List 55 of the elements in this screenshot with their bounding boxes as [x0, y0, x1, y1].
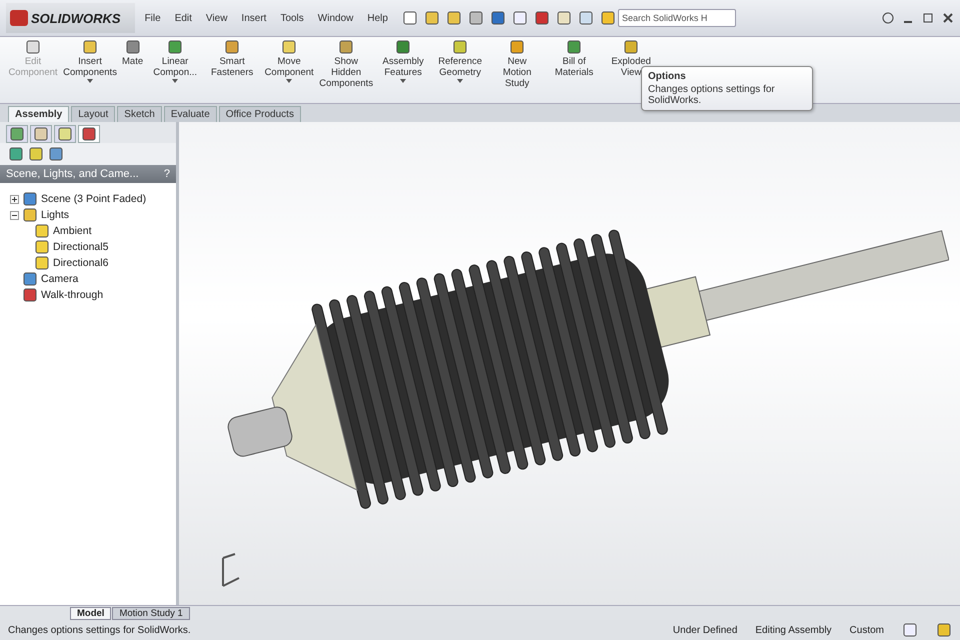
- app-logo: SOLIDWORKS: [6, 3, 135, 33]
- tree-item[interactable]: Ambient: [53, 225, 92, 237]
- expand-toggle[interactable]: [10, 210, 19, 220]
- ribbon-button[interactable]: Move Component: [262, 39, 316, 83]
- status-message: Changes options settings for SolidWorks.: [8, 624, 191, 636]
- ribbon-button[interactable]: Assembly Features: [376, 39, 430, 83]
- expand-toggle[interactable]: [10, 194, 19, 204]
- panel-tab[interactable]: [54, 125, 76, 143]
- tooltip-title: Options: [648, 71, 687, 82]
- units-selector[interactable]: Custom: [850, 624, 884, 636]
- ribbon-button[interactable]: Mate: [120, 39, 146, 67]
- menu-item[interactable]: Help: [363, 10, 392, 26]
- tree-item[interactable]: Directional5: [53, 241, 108, 253]
- ribbon-button[interactable]: Linear Compon...: [148, 39, 202, 83]
- tree-item[interactable]: Lights: [41, 209, 70, 221]
- tooltip-text: Changes options settings for SolidWorks.: [648, 84, 776, 106]
- restore-icon[interactable]: [922, 12, 934, 24]
- ribbon-tab[interactable]: Office Products: [218, 106, 301, 122]
- menu-item[interactable]: Tools: [276, 10, 308, 26]
- ribbon-button[interactable]: New Motion Study: [490, 39, 544, 89]
- ribbon-button[interactable]: Insert Components: [63, 39, 117, 83]
- model-tab[interactable]: Model: [70, 607, 112, 620]
- status-state: Under Defined: [672, 624, 738, 636]
- caret-icon: [457, 79, 464, 83]
- tree-item[interactable]: Camera: [41, 273, 78, 285]
- ribbon-tab[interactable]: Assembly: [8, 106, 70, 122]
- ribbon-button[interactable]: Smart Fasteners: [205, 39, 260, 78]
- panel-tab[interactable]: [30, 125, 52, 143]
- menu-item[interactable]: File: [140, 10, 165, 26]
- logo-icon: [10, 10, 28, 26]
- menu-item[interactable]: Edit: [170, 10, 196, 26]
- tree-item[interactable]: Directional6: [53, 257, 108, 269]
- ribbon-button[interactable]: Show Hidden Components: [319, 39, 374, 89]
- ribbon-tab[interactable]: Sketch: [117, 106, 162, 122]
- caret-icon: [286, 79, 292, 83]
- tree-item[interactable]: Walk-through: [41, 289, 104, 301]
- caret-icon: [400, 79, 406, 83]
- menu-item[interactable]: Insert: [237, 10, 270, 26]
- close-icon[interactable]: [942, 12, 954, 24]
- caret-icon: [87, 79, 93, 83]
- tree-item[interactable]: Scene (3 Point Faded): [41, 193, 146, 205]
- panel-tab[interactable]: [6, 125, 28, 143]
- ribbon-tab[interactable]: Evaluate: [164, 106, 217, 122]
- panel-title: Scene, Lights, and Came...: [6, 168, 139, 180]
- caret-icon: [172, 79, 178, 83]
- status-mode: Editing Assembly: [755, 624, 832, 636]
- search-field[interactable]: Search SolidWorks H: [618, 9, 736, 27]
- panel-tab[interactable]: [78, 125, 100, 143]
- menu-item[interactable]: View: [202, 10, 232, 26]
- ribbon-button[interactable]: Reference Geometry: [433, 39, 488, 83]
- ribbon-tab[interactable]: Layout: [71, 106, 116, 122]
- model-tab[interactable]: Motion Study 1: [112, 607, 190, 620]
- ribbon-button[interactable]: Bill of Materials: [547, 39, 602, 78]
- help-link[interactable]: ?: [164, 168, 170, 180]
- menu-item[interactable]: Window: [314, 10, 358, 26]
